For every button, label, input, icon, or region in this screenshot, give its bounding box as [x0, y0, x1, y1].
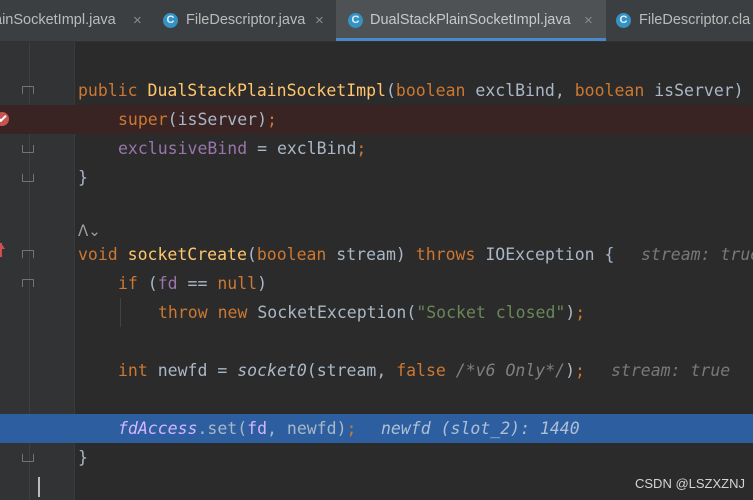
code-text: public DualStackPlainSocketImpl(boolean … — [78, 81, 744, 100]
code-text: int newfd = socket0(stream, false /*v6 O… — [118, 361, 585, 380]
tab-dualstackplainsocketimpl-java[interactable]: C DualStackPlainSocketImpl.java × — [336, 0, 606, 41]
code-line-constructor[interactable]: public DualStackPlainSocketImpl(boolean … — [0, 76, 753, 105]
tab-filedescriptor-java[interactable]: C FileDescriptor.java × — [155, 0, 336, 41]
text-cursor — [38, 477, 40, 497]
code-line-throw[interactable]: throw new SocketException("Socket closed… — [0, 298, 753, 327]
indent-guide — [120, 298, 121, 327]
code-line-super-breakpoint[interactable]: super(isServer); — [0, 105, 753, 134]
close-icon[interactable]: × — [315, 0, 324, 41]
lambda-icon[interactable]: ᐱ⌄ — [78, 222, 101, 240]
fold-open-icon[interactable] — [22, 279, 34, 287]
tab-plainsocketimpl[interactable]: ainSocketImpl.java × — [0, 0, 155, 41]
code-text: super(isServer); — [118, 110, 277, 129]
inlay-hint: newfd (slot_2): 1440 — [381, 419, 580, 438]
fold-open-icon[interactable] — [22, 250, 34, 258]
method-breakpoint-icon[interactable] — [0, 243, 6, 263]
tab-label: FileDescriptor.cla — [639, 12, 751, 28]
fold-close-icon[interactable] — [22, 145, 34, 153]
java-class-icon: C — [616, 13, 631, 28]
code-text: throw new SocketException("Socket closed… — [158, 303, 586, 322]
watermark: CSDN @LSZXZNJ — [635, 476, 745, 491]
editor-tab-bar: ainSocketImpl.java × C FileDescriptor.ja… — [0, 0, 753, 42]
tab-label: DualStackPlainSocketImpl.java — [370, 12, 571, 28]
code-line-exclusivebind[interactable]: exclusiveBind = exclBind; — [0, 134, 753, 163]
java-class-icon: C — [348, 13, 363, 28]
close-icon[interactable]: × — [584, 0, 593, 41]
tab-filedescriptor-class[interactable]: C FileDescriptor.cla — [606, 0, 753, 41]
code-line-if[interactable]: if (fd == null) — [0, 269, 753, 298]
fold-open-icon[interactable] — [22, 86, 34, 94]
fold-close-icon[interactable] — [22, 174, 34, 182]
fold-close-icon[interactable] — [22, 454, 34, 462]
code-text: exclusiveBind = exclBind; — [118, 139, 367, 158]
code-line-close-brace-2[interactable]: } — [0, 443, 753, 472]
code-text: fdAccess.set(fd, newfd); — [118, 419, 357, 438]
inlay-hint: stream: true — [611, 361, 731, 380]
code-line-close-brace[interactable]: } — [0, 163, 753, 192]
code-text: } — [78, 168, 88, 187]
code-text: if (fd == null) — [118, 274, 268, 293]
tab-label: ainSocketImpl.java — [0, 12, 116, 28]
code-text: } — [78, 448, 88, 467]
java-class-icon: C — [163, 13, 178, 28]
code-text: void socketCreate(boolean stream) throws… — [78, 245, 615, 264]
inlay-hint: stream: true — [641, 245, 753, 264]
code-line-fdaccess-current-execution[interactable]: fdAccess.set(fd, newfd); newfd (slot_2):… — [0, 414, 753, 443]
tab-label: FileDescriptor.java — [186, 12, 306, 28]
code-line-newfd[interactable]: int newfd = socket0(stream, false /*v6 O… — [0, 356, 753, 385]
close-icon[interactable]: × — [133, 0, 142, 41]
code-line-socketcreate[interactable]: void socketCreate(boolean stream) throws… — [0, 240, 753, 269]
